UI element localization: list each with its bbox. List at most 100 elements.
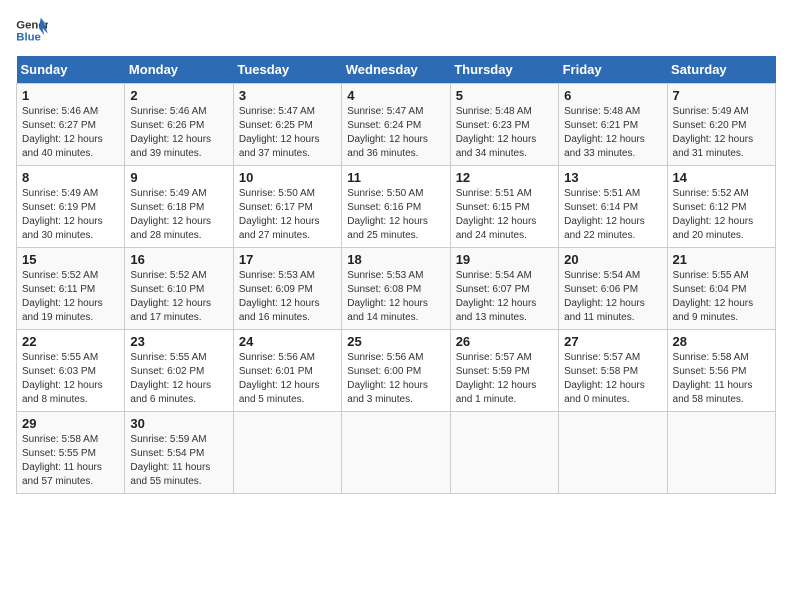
weekday-header-wednesday: Wednesday bbox=[342, 56, 450, 84]
day-number: 6 bbox=[564, 88, 661, 103]
day-info: Sunrise: 5:50 AMSunset: 6:16 PMDaylight:… bbox=[347, 187, 444, 243]
day-info: Sunrise: 5:51 AMSunset: 6:14 PMDaylight:… bbox=[564, 187, 661, 243]
calendar-cell: 27 Sunrise: 5:57 AMSunset: 5:58 PMDayligh… bbox=[559, 330, 667, 412]
day-number: 15 bbox=[22, 252, 119, 267]
day-number: 20 bbox=[564, 252, 661, 267]
day-info: Sunrise: 5:55 AMSunset: 6:04 PMDaylight:… bbox=[673, 269, 770, 325]
calendar-cell: 13 Sunrise: 5:51 AMSunset: 6:14 PMDayligh… bbox=[559, 166, 667, 248]
calendar-cell: 1 Sunrise: 5:46 AMSunset: 6:27 PMDaylight… bbox=[17, 84, 125, 166]
day-number: 9 bbox=[130, 170, 227, 185]
day-number: 11 bbox=[347, 170, 444, 185]
day-number: 2 bbox=[130, 88, 227, 103]
day-info: Sunrise: 5:46 AMSunset: 6:27 PMDaylight:… bbox=[22, 105, 119, 161]
calendar-cell: 12Sunrise: 5:51 AMSunset: 6:15 PMDayligh… bbox=[450, 166, 558, 248]
calendar-cell: 15 Sunrise: 5:52 AMSunset: 6:11 PMDayligh… bbox=[17, 248, 125, 330]
calendar-table: SundayMondayTuesdayWednesdayThursdayFrid… bbox=[16, 56, 776, 494]
calendar-cell: 29 Sunrise: 5:58 AMSunset: 5:55 PMDayligh… bbox=[17, 412, 125, 494]
calendar-week-row: 29 Sunrise: 5:58 AMSunset: 5:55 PMDayligh… bbox=[17, 412, 776, 494]
day-info: Sunrise: 5:52 AMSunset: 6:10 PMDaylight:… bbox=[130, 269, 227, 325]
logo: General Blue bbox=[16, 16, 48, 44]
calendar-cell: 10 Sunrise: 5:50 AMSunset: 6:17 PMDayligh… bbox=[233, 166, 341, 248]
calendar-cell bbox=[450, 412, 558, 494]
day-number: 27 bbox=[564, 334, 661, 349]
day-number: 17 bbox=[239, 252, 336, 267]
day-number: 22 bbox=[22, 334, 119, 349]
day-info: Sunrise: 5:55 AMSunset: 6:03 PMDaylight:… bbox=[22, 351, 119, 407]
calendar-cell: 4 Sunrise: 5:47 AMSunset: 6:24 PMDaylight… bbox=[342, 84, 450, 166]
calendar-cell: 6 Sunrise: 5:48 AMSunset: 6:21 PMDaylight… bbox=[559, 84, 667, 166]
calendar-cell: 28 Sunrise: 5:58 AMSunset: 5:56 PMDayligh… bbox=[667, 330, 775, 412]
day-info: Sunrise: 5:48 AMSunset: 6:21 PMDaylight:… bbox=[564, 105, 661, 161]
calendar-week-row: 15 Sunrise: 5:52 AMSunset: 6:11 PMDayligh… bbox=[17, 248, 776, 330]
day-info: Sunrise: 5:49 AMSunset: 6:20 PMDaylight:… bbox=[673, 105, 770, 161]
day-info: Sunrise: 5:57 AMSunset: 5:59 PMDaylight:… bbox=[456, 351, 553, 407]
day-number: 14 bbox=[673, 170, 770, 185]
day-number: 1 bbox=[22, 88, 119, 103]
weekday-header-row: SundayMondayTuesdayWednesdayThursdayFrid… bbox=[17, 56, 776, 84]
day-number: 13 bbox=[564, 170, 661, 185]
day-number: 16 bbox=[130, 252, 227, 267]
calendar-cell: 19Sunrise: 5:54 AMSunset: 6:07 PMDayligh… bbox=[450, 248, 558, 330]
day-info: Sunrise: 5:56 AMSunset: 6:01 PMDaylight:… bbox=[239, 351, 336, 407]
calendar-cell bbox=[233, 412, 341, 494]
day-number: 3 bbox=[239, 88, 336, 103]
day-info: Sunrise: 5:59 AMSunset: 5:54 PMDaylight:… bbox=[130, 433, 227, 489]
calendar-cell: 8Sunrise: 5:49 AMSunset: 6:19 PMDaylight… bbox=[17, 166, 125, 248]
day-info: Sunrise: 5:46 AMSunset: 6:26 PMDaylight:… bbox=[130, 105, 227, 161]
svg-text:Blue: Blue bbox=[16, 32, 41, 44]
day-info: Sunrise: 5:54 AMSunset: 6:06 PMDaylight:… bbox=[564, 269, 661, 325]
weekday-header-sunday: Sunday bbox=[17, 56, 125, 84]
day-number: 29 bbox=[22, 416, 119, 431]
day-number: 5 bbox=[456, 88, 553, 103]
calendar-cell: 25Sunrise: 5:56 AMSunset: 6:00 PMDayligh… bbox=[342, 330, 450, 412]
calendar-cell: 11 Sunrise: 5:50 AMSunset: 6:16 PMDayligh… bbox=[342, 166, 450, 248]
day-number: 7 bbox=[673, 88, 770, 103]
day-info: Sunrise: 5:52 AMSunset: 6:11 PMDaylight:… bbox=[22, 269, 119, 325]
day-info: Sunrise: 5:55 AMSunset: 6:02 PMDaylight:… bbox=[130, 351, 227, 407]
day-number: 4 bbox=[347, 88, 444, 103]
day-info: Sunrise: 5:47 AMSunset: 6:24 PMDaylight:… bbox=[347, 105, 444, 161]
day-info: Sunrise: 5:47 AMSunset: 6:25 PMDaylight:… bbox=[239, 105, 336, 161]
calendar-cell: 3 Sunrise: 5:47 AMSunset: 6:25 PMDaylight… bbox=[233, 84, 341, 166]
calendar-cell bbox=[559, 412, 667, 494]
weekday-header-tuesday: Tuesday bbox=[233, 56, 341, 84]
calendar-cell: 23 Sunrise: 5:55 AMSunset: 6:02 PMDayligh… bbox=[125, 330, 233, 412]
day-number: 23 bbox=[130, 334, 227, 349]
calendar-week-row: 8Sunrise: 5:49 AMSunset: 6:19 PMDaylight… bbox=[17, 166, 776, 248]
calendar-cell: 14 Sunrise: 5:52 AMSunset: 6:12 PMDayligh… bbox=[667, 166, 775, 248]
calendar-cell: 18 Sunrise: 5:53 AMSunset: 6:08 PMDayligh… bbox=[342, 248, 450, 330]
calendar-cell: 30Sunrise: 5:59 AMSunset: 5:54 PMDayligh… bbox=[125, 412, 233, 494]
calendar-cell bbox=[342, 412, 450, 494]
calendar-cell: 9 Sunrise: 5:49 AMSunset: 6:18 PMDaylight… bbox=[125, 166, 233, 248]
calendar-cell: 21 Sunrise: 5:55 AMSunset: 6:04 PMDayligh… bbox=[667, 248, 775, 330]
calendar-cell: 2 Sunrise: 5:46 AMSunset: 6:26 PMDaylight… bbox=[125, 84, 233, 166]
day-number: 10 bbox=[239, 170, 336, 185]
day-info: Sunrise: 5:53 AMSunset: 6:08 PMDaylight:… bbox=[347, 269, 444, 325]
day-info: Sunrise: 5:57 AMSunset: 5:58 PMDaylight:… bbox=[564, 351, 661, 407]
day-info: Sunrise: 5:56 AMSunset: 6:00 PMDaylight:… bbox=[347, 351, 444, 407]
day-info: Sunrise: 5:48 AMSunset: 6:23 PMDaylight:… bbox=[456, 105, 553, 161]
day-info: Sunrise: 5:58 AMSunset: 5:55 PMDaylight:… bbox=[22, 433, 119, 489]
day-info: Sunrise: 5:54 AMSunset: 6:07 PMDaylight:… bbox=[456, 269, 553, 325]
day-info: Sunrise: 5:52 AMSunset: 6:12 PMDaylight:… bbox=[673, 187, 770, 243]
weekday-header-thursday: Thursday bbox=[450, 56, 558, 84]
day-info: Sunrise: 5:58 AMSunset: 5:56 PMDaylight:… bbox=[673, 351, 770, 407]
calendar-cell: 17Sunrise: 5:53 AMSunset: 6:09 PMDayligh… bbox=[233, 248, 341, 330]
day-info: Sunrise: 5:49 AMSunset: 6:18 PMDaylight:… bbox=[130, 187, 227, 243]
day-number: 18 bbox=[347, 252, 444, 267]
weekday-header-monday: Monday bbox=[125, 56, 233, 84]
logo-icon: General Blue bbox=[16, 16, 48, 44]
day-number: 21 bbox=[673, 252, 770, 267]
day-number: 12 bbox=[456, 170, 553, 185]
calendar-cell: 20 Sunrise: 5:54 AMSunset: 6:06 PMDayligh… bbox=[559, 248, 667, 330]
calendar-cell: 22 Sunrise: 5:55 AMSunset: 6:03 PMDayligh… bbox=[17, 330, 125, 412]
calendar-cell: 5 Sunrise: 5:48 AMSunset: 6:23 PMDaylight… bbox=[450, 84, 558, 166]
day-info: Sunrise: 5:50 AMSunset: 6:17 PMDaylight:… bbox=[239, 187, 336, 243]
day-number: 28 bbox=[673, 334, 770, 349]
calendar-cell: 26Sunrise: 5:57 AMSunset: 5:59 PMDayligh… bbox=[450, 330, 558, 412]
page-header: General Blue bbox=[16, 16, 776, 44]
calendar-cell: 7 Sunrise: 5:49 AMSunset: 6:20 PMDaylight… bbox=[667, 84, 775, 166]
calendar-cell: 16 Sunrise: 5:52 AMSunset: 6:10 PMDayligh… bbox=[125, 248, 233, 330]
calendar-cell bbox=[667, 412, 775, 494]
weekday-header-friday: Friday bbox=[559, 56, 667, 84]
